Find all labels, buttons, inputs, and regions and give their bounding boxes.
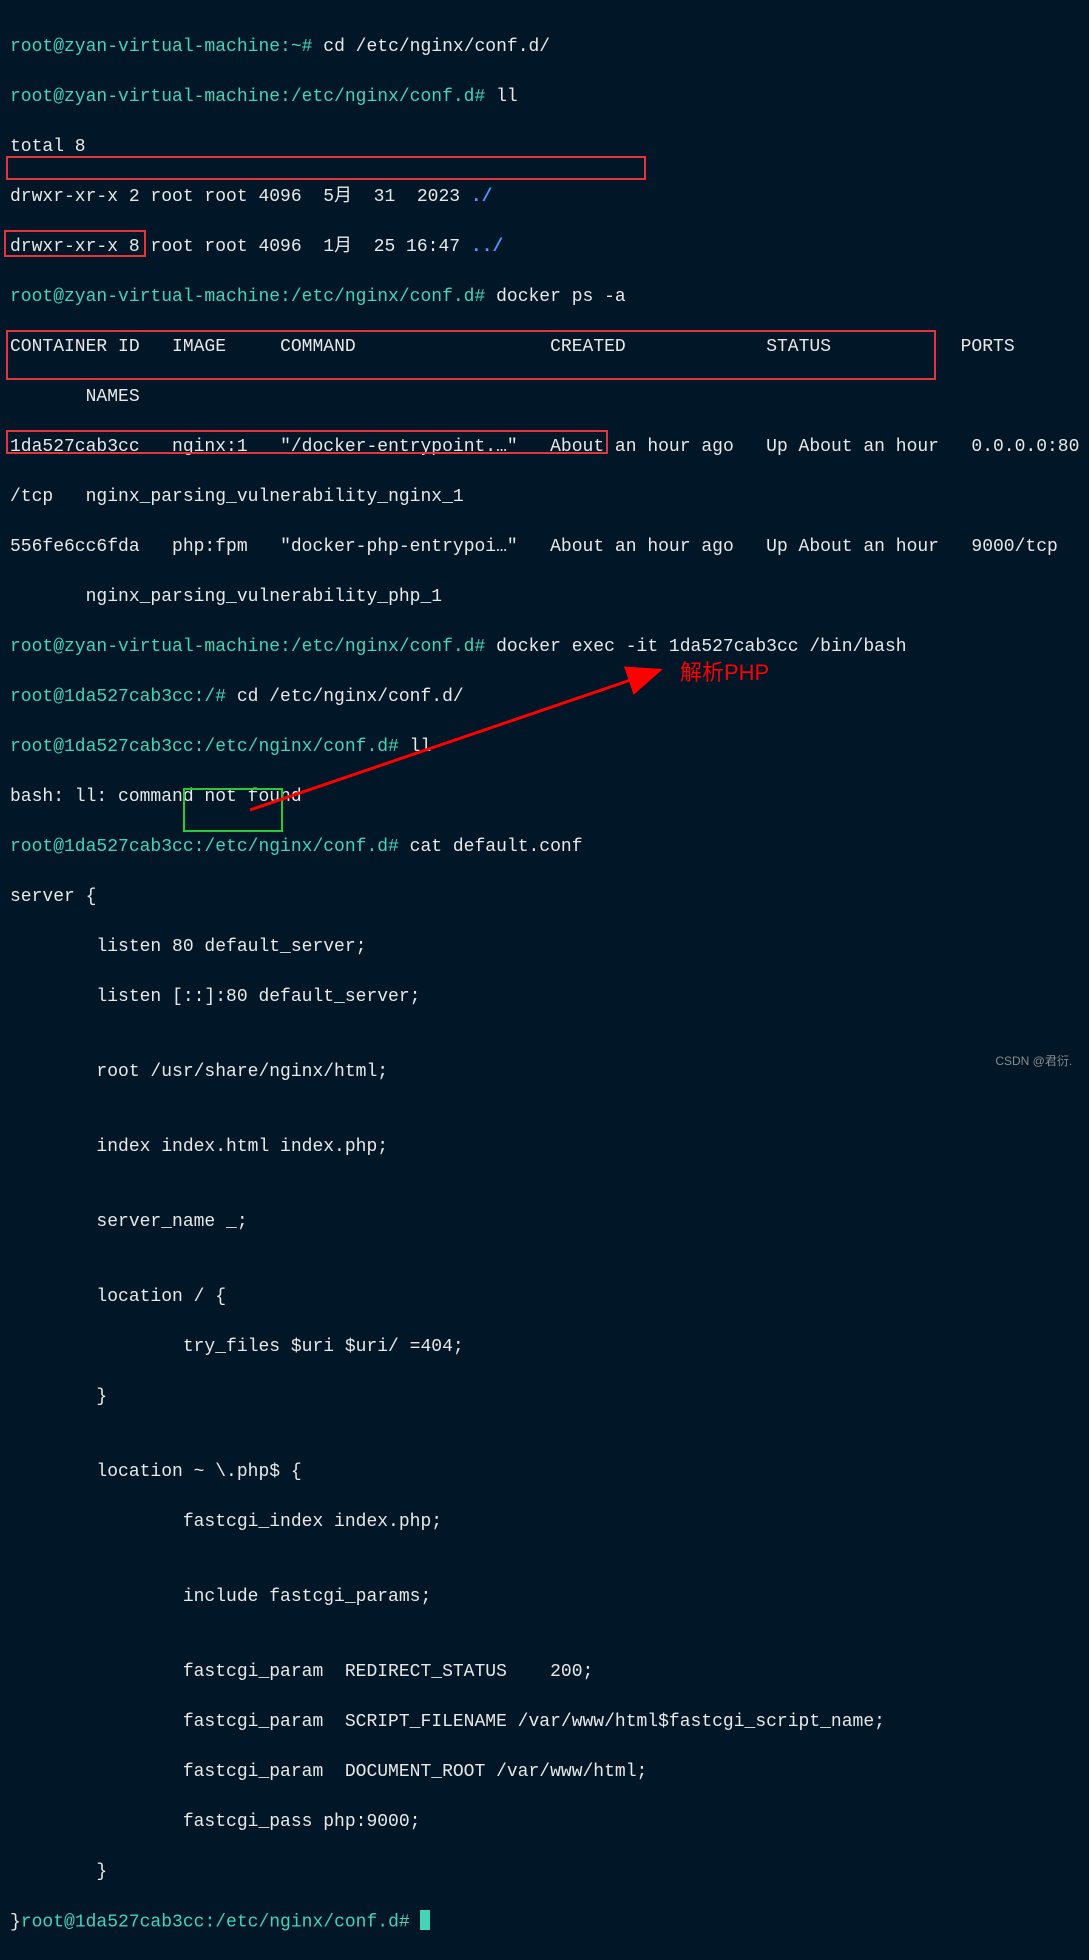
table-row: 1da527cab3cc nginx:1 "/docker-entrypoint… [10,435,1077,460]
config-line: listen [::]:80 default_server; [10,985,1077,1010]
table-row: nginx_parsing_vulnerability_php_1 [10,585,1077,610]
table-header: NAMES [10,385,1077,410]
config-line: server { [10,885,1077,910]
cmd-text: docker ps -a [496,287,626,307]
cmd-text: ll [410,737,432,757]
config-line: } [10,1912,21,1932]
config-line: } [10,1385,1077,1410]
config-line: server_name _; [10,1210,1077,1235]
output-line: total 8 [10,135,1077,160]
config-line: fastcgi_pass php:9000; [10,1810,1077,1835]
dir-dot: ./ [471,187,493,207]
cursor-icon [420,1910,430,1930]
cmd-text: cd /etc/nginx/conf.d/ [323,37,550,57]
cmd-text: docker exec -it 1da527cab3cc /bin/bash [496,637,906,657]
cmd-text: cd /etc/nginx/conf.d/ [237,687,464,707]
watermark: CSDN @君衍.⠀ [995,1049,1081,1074]
config-line: index index.html index.php; [10,1135,1077,1160]
prompt: root@1da527cab3cc:/etc/nginx/conf.d# [10,837,410,857]
config-line: } [10,1860,1077,1885]
config-line: fastcgi_param REDIRECT_STATUS 200; [10,1660,1077,1685]
config-line: try_files $uri $uri/ =404; [10,1335,1077,1360]
prompt: root@zyan-virtual-machine:~# [10,37,323,57]
prompt: root@zyan-virtual-machine:/etc/nginx/con… [10,287,496,307]
prompt: root@1da527cab3cc:/etc/nginx/conf.d# [21,1912,421,1932]
config-line: listen 80 default_server; [10,935,1077,960]
output-line: drwxr-xr-x 8 root root 4096 1月 25 16:47 [10,237,471,257]
table-row: /tcp nginx_parsing_vulnerability_nginx_1 [10,485,1077,510]
prompt: root@1da527cab3cc:/# [10,687,237,707]
config-line: root /usr/share/nginx/html; [10,1060,1077,1085]
config-line: include fastcgi_params; [10,1585,1077,1610]
output-line: bash: ll: command not found [10,785,1077,810]
output-line: drwxr-xr-x 2 root root 4096 5月 31 2023 [10,187,471,207]
config-line: location / { [10,1285,1077,1310]
prompt: root@zyan-virtual-machine:/etc/nginx/con… [10,637,496,657]
prompt: root@1da527cab3cc:/etc/nginx/conf.d# [10,737,410,757]
cmd-text: ll [496,87,518,107]
config-line: fastcgi_param DOCUMENT_ROOT /var/www/htm… [10,1760,1077,1785]
table-header: CONTAINER ID IMAGE COMMAND CREATED STATU… [10,335,1077,360]
terminal-output[interactable]: root@zyan-virtual-machine:~# cd /etc/ngi… [0,0,1089,1960]
prompt: root@zyan-virtual-machine:/etc/nginx/con… [10,87,496,107]
cmd-text: cat default.conf [410,837,583,857]
table-row: 556fe6cc6fda php:fpm "docker-php-entrypo… [10,535,1077,560]
config-line: location ~ \.php$ { [10,1460,1077,1485]
dir-dot: ../ [471,237,503,257]
config-line: fastcgi_param SCRIPT_FILENAME /var/www/h… [10,1710,1077,1735]
config-line: fastcgi_index index.php; [10,1510,1077,1535]
